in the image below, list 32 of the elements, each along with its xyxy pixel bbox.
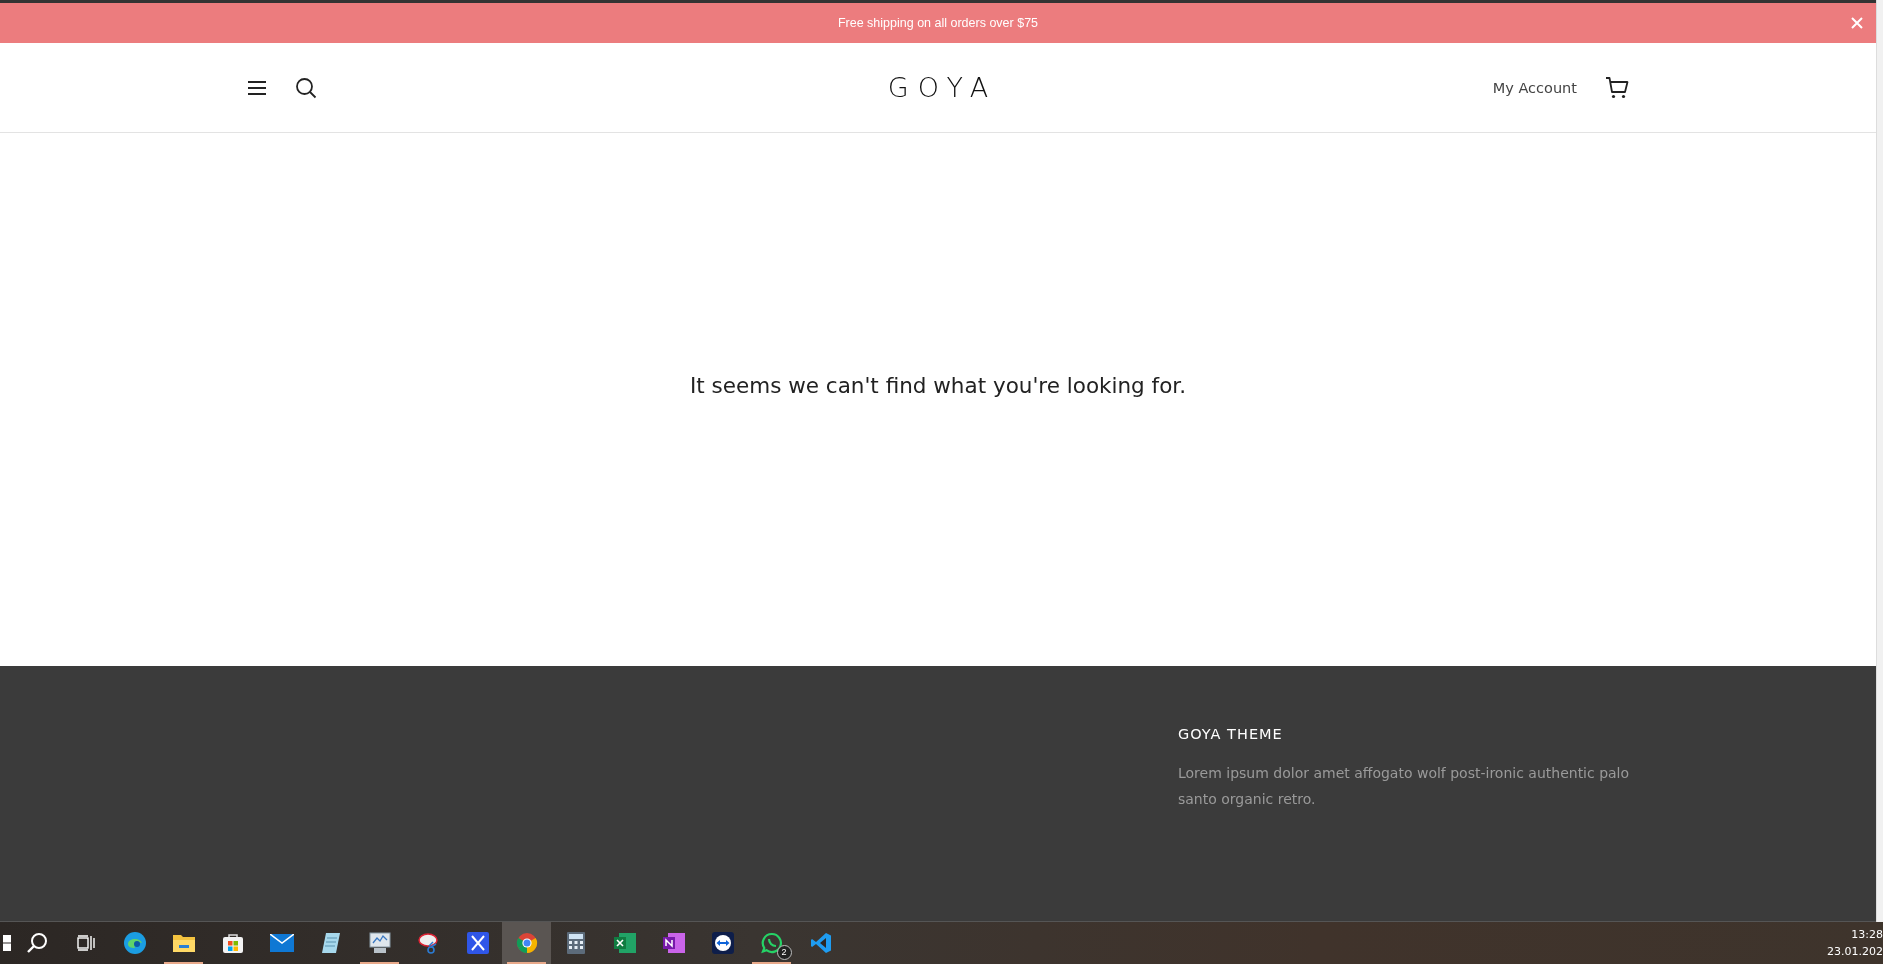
clock-time: 13:28 (1851, 927, 1883, 943)
search-icon (295, 76, 317, 99)
chat-bubble-icon (760, 932, 783, 954)
notebook-icon (661, 932, 686, 954)
site-logo[interactable]: GOYA (878, 72, 998, 103)
folder-icon (171, 933, 196, 953)
task-view-icon (76, 935, 95, 951)
code-editor-icon (809, 932, 832, 954)
footer-text: Lorem ipsum dolor amet affogato wolf post-ironic authentic palo santo organic retro. (1178, 764, 1631, 809)
search-icon (25, 932, 48, 954)
monitor-icon (367, 932, 392, 954)
calculator-icon (566, 932, 585, 954)
clock-date: 23.01.202 (1827, 944, 1883, 960)
envelope-icon (269, 934, 294, 952)
footer-heading: GOYA THEME (1178, 726, 1284, 742)
menu-icon (247, 80, 267, 95)
not-found-message: It seems we can't find what you're looking for. (689, 373, 1187, 400)
taskbar-clock[interactable]: 13:28 23.01.202 (1827, 922, 1883, 964)
cart-icon (1605, 76, 1629, 99)
chrome-icon (515, 932, 538, 954)
taskbar-button[interactable]: 2 (747, 922, 796, 964)
close-icon (1851, 17, 1863, 29)
arrows-circle-icon (711, 932, 734, 954)
windows-logo-icon (3, 935, 12, 951)
notepad-icon (320, 932, 341, 954)
browser-swirl-icon (122, 931, 147, 955)
notification-badge: 2 (776, 945, 792, 960)
account-link[interactable]: My Account (1492, 79, 1577, 96)
spreadsheet-icon (612, 932, 637, 954)
shopping-bag-icon (221, 932, 244, 954)
announcement-text: Free shipping on all orders over $75 (837, 16, 1039, 30)
x-logo-icon (466, 932, 489, 954)
